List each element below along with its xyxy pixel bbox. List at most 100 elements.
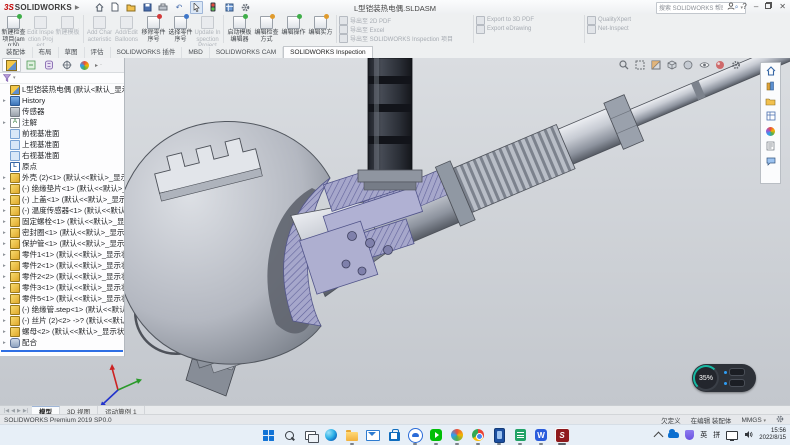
login-user-icon[interactable] — [727, 2, 735, 13]
rollback-bar[interactable] — [1, 350, 123, 352]
new-document-icon[interactable] — [110, 2, 121, 13]
tab-mbd[interactable]: MBD — [182, 47, 209, 58]
logo-flyout-arrow-icon[interactable]: ▶ — [75, 4, 80, 11]
home-icon[interactable] — [94, 2, 105, 13]
section-view-icon[interactable] — [650, 59, 662, 70]
tree-filter-row[interactable]: ▾ — [0, 73, 124, 84]
tree-item-sensors[interactable]: 传感器 — [0, 106, 124, 117]
tab-evaluate[interactable]: 评估 — [85, 47, 111, 58]
zoom-fit-icon[interactable] — [618, 59, 630, 70]
tree-item-component[interactable]: ▸(-) 温度传感器<1> (默认<<默认>_ — [0, 205, 124, 216]
view-palette-icon[interactable] — [764, 110, 777, 122]
edit-appearance-icon[interactable] — [714, 59, 726, 70]
property-manager-tab[interactable] — [22, 59, 39, 71]
configuration-manager-tab[interactable] — [40, 59, 57, 71]
browser-pinwheel-icon[interactable] — [449, 427, 465, 443]
help-button[interactable]: ? — [742, 2, 746, 12]
tray-expand-chevron-icon[interactable] — [654, 432, 664, 442]
filter-caret-icon[interactable]: ▾ — [13, 75, 16, 81]
zoom-area-icon[interactable] — [634, 59, 646, 70]
tree-item-component[interactable]: ▸(-) 绝缘管.step<1> (默认<<默认> — [0, 304, 124, 315]
open-document-icon[interactable] — [126, 2, 137, 13]
wps-icon[interactable]: W — [533, 427, 549, 443]
feature-tree-tab[interactable] — [2, 58, 21, 72]
taskbar-clock[interactable]: 15:56 2022/8/15 — [759, 428, 786, 442]
print-icon[interactable] — [158, 2, 169, 13]
office-green-app-icon[interactable] — [512, 427, 528, 443]
new-inspection-project-button[interactable]: 新建检查项目(amp;N) — [0, 15, 27, 50]
edge-icon[interactable] — [323, 427, 339, 443]
tree-item-top-plane[interactable]: 上视基准面 — [0, 139, 124, 150]
minimize-button[interactable]: – — [754, 2, 758, 12]
mail-icon[interactable] — [365, 427, 381, 443]
tab-addins[interactable]: SOLIDWORKS 插件 — [111, 47, 183, 58]
hide-show-items-icon[interactable] — [698, 59, 710, 70]
tree-root-assembly[interactable]: L型铠装热电偶 (默认<默认_显示状态-1 — [0, 84, 124, 95]
microsoft-store-icon[interactable] — [386, 427, 402, 443]
recorder-control-row-1[interactable] — [724, 368, 750, 376]
tree-item-component[interactable]: ▸(-) 丝片 (2)<2> ->? (默认<<默认 — [0, 315, 124, 326]
phone-link-icon[interactable] — [491, 427, 507, 443]
tree-item-annotations[interactable]: ▸A注解 — [0, 117, 124, 128]
rebuild-icon[interactable] — [208, 2, 219, 13]
tab-overflow-icon[interactable]: ▸ — [95, 62, 98, 69]
recorder-control-row-2[interactable] — [724, 379, 750, 387]
screen-recorder-widget[interactable]: 35% — [692, 364, 756, 392]
close-button[interactable]: ✕ — [779, 2, 786, 12]
tree-item-component[interactable]: ▸外壳 (2)<1> (默认<<默认>_显示状 — [0, 172, 124, 183]
display-tray-icon[interactable] — [726, 431, 738, 440]
tree-item-component[interactable]: ▸密封圈<1> (默认<<默认>_显示状态 — [0, 227, 124, 238]
select-tool-icon[interactable] — [190, 1, 203, 14]
iqiyi-icon[interactable] — [428, 427, 444, 443]
recorder-mic-toggle[interactable] — [729, 379, 745, 387]
edit-instance-button[interactable]: 编辑实方 — [307, 15, 334, 37]
onedrive-tray-icon[interactable] — [668, 432, 679, 438]
taskbar-search-icon[interactable] — [281, 427, 297, 443]
tab-solidworks-inspection[interactable]: SOLIDWORKS Inspection — [283, 46, 373, 58]
ime-mode-indicator[interactable]: 拼 — [713, 430, 720, 440]
file-properties-icon[interactable] — [224, 2, 235, 13]
edit-inspection-method-button[interactable]: 编辑检查方式 — [253, 15, 280, 43]
solidworks-taskbar-icon[interactable]: S — [554, 427, 570, 443]
tab-solidworks-cam[interactable]: SOLIDWORKS CAM — [210, 47, 283, 58]
display-style-icon[interactable] — [682, 59, 694, 70]
ime-language-indicator[interactable]: 英 — [700, 430, 707, 440]
tree-item-component[interactable]: ▸固定螺栓<1> (默认<<默认>_显示状 — [0, 216, 124, 227]
tree-item-mates[interactable]: ▸配合 — [0, 337, 124, 348]
start-button[interactable] — [260, 427, 276, 443]
tree-item-component[interactable]: ▸零件5<1> (默认<<默认>_显示状态 — [0, 293, 124, 304]
panel-splitter-handle[interactable]: · — [100, 62, 102, 68]
display-manager-tab[interactable] — [76, 59, 93, 71]
tree-item-component[interactable]: ▸零件1<1> (默认<<默认>_显示状态 — [0, 249, 124, 260]
tree-item-component[interactable]: ▸零件2<1> (默认<<默认>_显示状态 — [0, 260, 124, 271]
tab-sketch[interactable]: 草图 — [59, 47, 85, 58]
unit-system-selector[interactable]: MMGS ▾ — [741, 417, 766, 424]
view-orientation-icon[interactable] — [666, 59, 678, 70]
custom-properties-icon[interactable] — [764, 140, 777, 152]
restore-button[interactable] — [765, 2, 772, 12]
forum-pane-icon[interactable] — [764, 155, 777, 167]
file-explorer-pane-icon[interactable] — [764, 95, 777, 107]
launch-template-editor-button[interactable]: 启动模板编辑器 — [226, 15, 253, 43]
chrome-icon[interactable] — [470, 427, 486, 443]
tab-layout[interactable]: 布局 — [33, 47, 59, 58]
file-explorer-icon[interactable] — [344, 427, 360, 443]
tree-item-component[interactable]: ▸零件2<2> (默认<<默认>_显示状态 — [0, 271, 124, 282]
remove-balloons-button[interactable]: 移除零件序号 — [140, 15, 167, 43]
security-shield-tray-icon[interactable] — [685, 430, 694, 440]
dimxpert-manager-tab[interactable] — [58, 59, 75, 71]
tree-item-history[interactable]: ▸History — [0, 95, 124, 106]
baidu-netdisk-icon[interactable] — [407, 427, 423, 443]
edit-operation-button[interactable]: 编辑操作 — [280, 15, 307, 37]
view-settings-icon[interactable] — [730, 59, 742, 70]
tree-item-component[interactable]: ▸保护管<1> (默认<<默认>_显示状态 — [0, 238, 124, 249]
volume-tray-icon[interactable] — [744, 430, 753, 441]
resources-home-icon[interactable] — [764, 65, 777, 77]
select-balloons-button[interactable]: 选择零件序号 — [167, 15, 194, 43]
tab-assembly[interactable]: 装配体 — [0, 47, 33, 58]
save-icon[interactable] — [142, 2, 153, 13]
tree-item-origin[interactable]: L原点 — [0, 161, 124, 172]
design-library-icon[interactable] — [764, 80, 777, 92]
tree-item-component[interactable]: ▸螺母<2> (默认<<默认>_显示状态 — [0, 326, 124, 337]
tree-item-front-plane[interactable]: 前视基准面 — [0, 128, 124, 139]
